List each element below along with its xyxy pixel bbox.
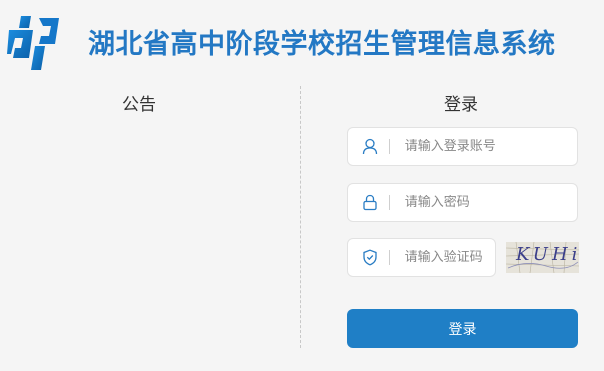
lock-icon bbox=[362, 194, 378, 212]
captcha-text: KUHi bbox=[516, 244, 579, 265]
captcha-input[interactable] bbox=[404, 250, 495, 265]
user-icon bbox=[362, 138, 378, 156]
field-separator bbox=[389, 139, 390, 154]
captcha-field[interactable] bbox=[347, 238, 496, 277]
password-input[interactable] bbox=[404, 195, 577, 210]
login-button[interactable]: 登录 bbox=[347, 309, 578, 348]
section-divider bbox=[300, 86, 301, 348]
field-separator bbox=[389, 250, 390, 265]
username-input[interactable] bbox=[404, 139, 577, 154]
notice-section-title: 公告 bbox=[122, 95, 156, 115]
login-section-title: 登录 bbox=[444, 95, 478, 115]
shield-check-icon bbox=[362, 249, 378, 267]
password-field[interactable] bbox=[347, 183, 578, 222]
field-separator bbox=[389, 195, 390, 210]
captcha-image[interactable]: KUHi bbox=[506, 242, 579, 273]
page-title: 湖北省高中阶段学校招生管理信息系统 bbox=[88, 29, 556, 60]
app-logo bbox=[5, 14, 61, 72]
username-field[interactable] bbox=[347, 127, 578, 166]
